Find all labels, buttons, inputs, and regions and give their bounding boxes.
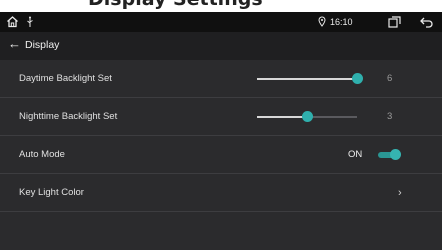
clock-time: 16:10 (330, 17, 353, 27)
page-title-cropped: Display Settings (0, 0, 442, 12)
toggle-thumb (390, 149, 401, 160)
daytime-backlight-row: Daytime Backlight Set 6 (0, 60, 442, 98)
auto-mode-label: Auto Mode (19, 149, 65, 160)
slider-knob[interactable] (302, 111, 313, 122)
header-title: Display (25, 39, 60, 51)
daytime-backlight-value: 6 (387, 73, 393, 84)
key-light-color-row[interactable]: Key Light Color › (0, 174, 442, 212)
nighttime-backlight-slider[interactable] (257, 110, 357, 124)
settings-header: ← Display (0, 32, 442, 60)
slider-fill (257, 78, 357, 80)
slider-fill (257, 116, 307, 118)
display-settings-screen: 16:10 ← Display Daytime Backlight Set 6 … (0, 12, 442, 250)
multiwindow-icon[interactable] (388, 12, 401, 34)
nighttime-backlight-value: 3 (387, 111, 393, 122)
daytime-backlight-label: Daytime Backlight Set (19, 73, 112, 84)
status-bar: 16:10 (0, 12, 442, 32)
nighttime-backlight-row: Nighttime Backlight Set 3 (0, 98, 442, 136)
back-arrow-icon[interactable]: ← (8, 36, 21, 51)
auto-mode-toggle[interactable] (378, 149, 401, 161)
chevron-right-icon: › (398, 187, 402, 199)
auto-mode-state: ON (348, 149, 363, 160)
home-icon[interactable] (6, 12, 19, 34)
key-light-color-label: Key Light Color (19, 187, 84, 198)
slider-knob[interactable] (352, 73, 363, 84)
page-title: Display Settings (88, 0, 263, 10)
back-icon[interactable] (420, 12, 434, 34)
location-icon (318, 12, 326, 33)
auto-mode-row[interactable]: Auto Mode ON (0, 136, 442, 174)
daytime-backlight-slider[interactable] (257, 72, 363, 86)
nighttime-backlight-label: Nighttime Backlight Set (19, 111, 118, 122)
usb-icon (26, 12, 34, 34)
